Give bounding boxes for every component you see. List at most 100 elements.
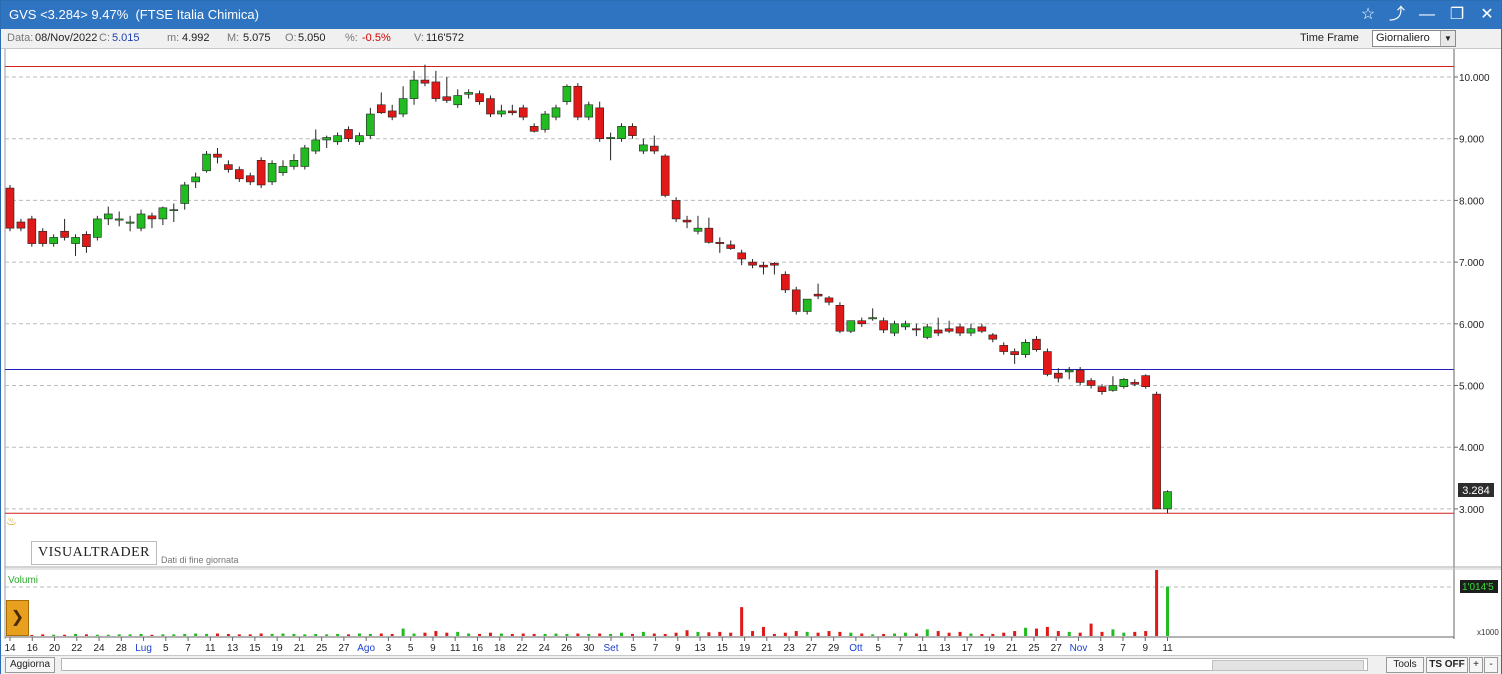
candle[interactable] bbox=[409, 70, 419, 105]
candle[interactable] bbox=[376, 92, 386, 115]
candle[interactable] bbox=[824, 296, 834, 306]
candle[interactable] bbox=[333, 132, 342, 145]
candle[interactable] bbox=[1064, 366, 1074, 380]
candle[interactable] bbox=[1010, 348, 1019, 364]
candle[interactable] bbox=[1130, 379, 1140, 387]
candle[interactable] bbox=[300, 144, 310, 170]
candle[interactable] bbox=[93, 215, 102, 241]
candle[interactable] bbox=[497, 104, 506, 118]
candle[interactable] bbox=[1163, 490, 1172, 514]
candle[interactable] bbox=[125, 215, 135, 232]
candle[interactable] bbox=[1108, 376, 1118, 392]
candle[interactable] bbox=[770, 262, 779, 275]
candle[interactable] bbox=[38, 228, 48, 247]
candle[interactable] bbox=[267, 160, 277, 185]
candle[interactable] bbox=[475, 90, 484, 105]
candle[interactable] bbox=[224, 160, 233, 173]
candle[interactable] bbox=[715, 237, 725, 253]
candle[interactable] bbox=[922, 323, 932, 340]
candle[interactable] bbox=[311, 129, 321, 155]
candle[interactable] bbox=[71, 234, 80, 256]
candle[interactable] bbox=[693, 215, 703, 235]
candle[interactable] bbox=[398, 86, 408, 118]
candle[interactable] bbox=[781, 271, 790, 293]
close-icon[interactable]: ✕ bbox=[1475, 4, 1499, 26]
candle[interactable] bbox=[344, 126, 353, 142]
candle[interactable] bbox=[879, 317, 888, 334]
refresh-button[interactable]: Aggiorna bbox=[5, 657, 55, 673]
candle[interactable] bbox=[737, 249, 746, 266]
candle[interactable] bbox=[289, 154, 299, 170]
scrollbar-thumb[interactable] bbox=[1212, 660, 1364, 671]
candle[interactable] bbox=[1119, 378, 1129, 389]
timeframe-select[interactable]: Giornaliero ▼ bbox=[1372, 30, 1456, 47]
candle[interactable] bbox=[868, 308, 877, 321]
candle[interactable] bbox=[256, 157, 266, 189]
alarm-bell-icon[interactable]: ♨ bbox=[6, 514, 17, 528]
candle[interactable] bbox=[464, 89, 473, 99]
candle[interactable] bbox=[835, 302, 845, 334]
zoom-in-button[interactable]: + bbox=[1469, 657, 1483, 673]
candle[interactable] bbox=[191, 172, 200, 189]
candle[interactable] bbox=[977, 323, 987, 334]
candle[interactable] bbox=[901, 320, 910, 330]
candle[interactable] bbox=[114, 211, 124, 227]
tools-button[interactable]: Tools bbox=[1386, 657, 1424, 673]
candle[interactable] bbox=[1152, 391, 1161, 510]
candle[interactable] bbox=[486, 95, 495, 118]
candle[interactable] bbox=[387, 104, 397, 121]
candle[interactable] bbox=[431, 70, 441, 102]
restore-icon[interactable]: ❐ bbox=[1445, 4, 1469, 26]
candle[interactable] bbox=[748, 259, 757, 269]
candle[interactable] bbox=[562, 84, 572, 105]
candle[interactable] bbox=[944, 320, 954, 334]
candle[interactable] bbox=[49, 234, 58, 247]
candle[interactable] bbox=[147, 212, 157, 229]
candle[interactable] bbox=[857, 317, 867, 327]
candle[interactable] bbox=[235, 166, 244, 182]
candle[interactable] bbox=[933, 317, 943, 337]
candle[interactable] bbox=[453, 89, 463, 108]
candle[interactable] bbox=[639, 138, 648, 155]
candle[interactable] bbox=[628, 123, 637, 139]
candle[interactable] bbox=[60, 218, 69, 241]
candle[interactable] bbox=[551, 104, 561, 121]
candle[interactable] bbox=[660, 154, 670, 198]
candle[interactable] bbox=[1043, 348, 1052, 377]
candle[interactable] bbox=[595, 101, 604, 142]
candle[interactable] bbox=[355, 132, 364, 145]
candle[interactable] bbox=[682, 215, 692, 229]
candle[interactable] bbox=[508, 104, 517, 116]
candle[interactable] bbox=[791, 286, 801, 315]
candle[interactable] bbox=[540, 110, 550, 133]
candle[interactable] bbox=[726, 240, 736, 250]
ts-off-button[interactable]: TS OFF bbox=[1426, 657, 1468, 673]
zoom-out-button[interactable]: - bbox=[1484, 657, 1498, 673]
candle[interactable] bbox=[136, 209, 146, 232]
candle[interactable] bbox=[671, 197, 681, 222]
candle[interactable] bbox=[584, 101, 594, 121]
candle[interactable] bbox=[1086, 378, 1096, 389]
minimize-icon[interactable]: — bbox=[1415, 4, 1439, 26]
chevron-down-icon[interactable]: ▼ bbox=[1440, 31, 1455, 46]
candle[interactable] bbox=[988, 333, 998, 343]
candle[interactable] bbox=[5, 184, 15, 232]
candle[interactable] bbox=[704, 217, 714, 244]
candle[interactable] bbox=[518, 104, 528, 121]
candle[interactable] bbox=[890, 320, 899, 337]
candle[interactable] bbox=[999, 342, 1009, 355]
candle[interactable] bbox=[573, 83, 583, 121]
candle[interactable] bbox=[82, 231, 91, 253]
candle[interactable] bbox=[202, 151, 211, 173]
chevron-right-icon[interactable]: ❯ bbox=[6, 600, 29, 636]
candle[interactable] bbox=[180, 181, 190, 210]
candle[interactable] bbox=[1141, 374, 1150, 389]
pencil-icon[interactable]: ⤴ bbox=[1385, 4, 1409, 26]
candle[interactable] bbox=[1054, 368, 1063, 383]
candle[interactable] bbox=[912, 323, 921, 337]
candle[interactable] bbox=[16, 218, 26, 232]
candle[interactable] bbox=[169, 203, 179, 222]
candle[interactable] bbox=[966, 323, 976, 337]
candle[interactable] bbox=[366, 107, 375, 139]
candle[interactable] bbox=[813, 283, 823, 300]
